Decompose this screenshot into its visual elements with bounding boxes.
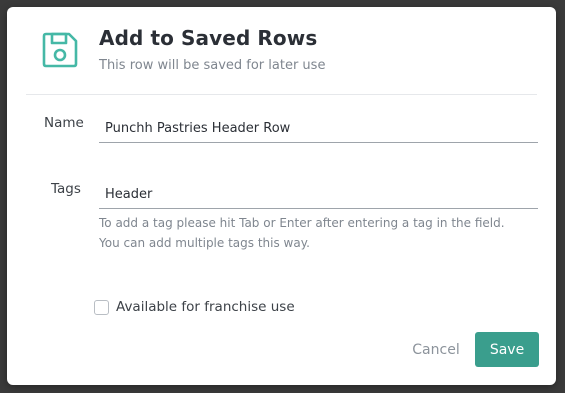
floppy-disk-icon xyxy=(42,32,78,68)
name-field[interactable] xyxy=(99,115,538,143)
save-row-dialog: Add to Saved Rows This row will be saved… xyxy=(7,7,556,385)
franchise-checkbox[interactable] xyxy=(94,299,109,315)
franchise-checkbox-label[interactable]: Available for franchise use xyxy=(116,299,295,315)
tags-help-line: To add a tag please hit Tab or Enter aft… xyxy=(99,216,505,230)
dialog-title: Add to Saved Rows xyxy=(99,26,318,50)
franchise-checkbox-row[interactable]: Available for franchise use xyxy=(94,299,295,315)
dialog-subtitle: This row will be saved for later use xyxy=(99,58,326,73)
name-label: Name xyxy=(44,115,84,131)
header-divider xyxy=(26,94,537,95)
save-button[interactable]: Save xyxy=(475,332,539,367)
tags-field[interactable] xyxy=(99,181,538,209)
tags-help-line: You can add multiple tags this way. xyxy=(99,236,310,250)
cancel-button[interactable]: Cancel xyxy=(403,333,469,367)
tags-label: Tags xyxy=(51,181,81,197)
tags-help-text: To add a tag please hit Tab or Enter aft… xyxy=(99,213,539,253)
